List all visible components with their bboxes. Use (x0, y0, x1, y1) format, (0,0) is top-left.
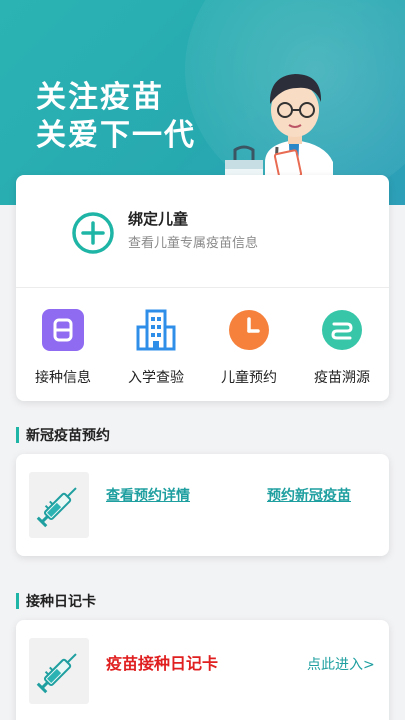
bind-child-subtitle: 查看儿童专属疫苗信息 (128, 236, 259, 251)
feature-label: 儿童预约 (221, 370, 277, 386)
feature-vaccine-trace[interactable]: 疫苗溯源 (302, 309, 382, 387)
syringe-icon (36, 487, 77, 528)
feature-label: 疫苗溯源 (314, 370, 370, 386)
covid-thumbnail (29, 472, 89, 538)
book-covid-vaccine-link[interactable]: 预约新冠疫苗 (267, 485, 351, 505)
diary-thumbnail (29, 638, 89, 704)
hero-title-line2: 关爱下一代 (36, 118, 196, 153)
feature-child-appointment[interactable]: 儿童预约 (209, 309, 289, 387)
feature-vaccination-info[interactable]: 接种信息 (23, 309, 103, 387)
clock-icon (229, 310, 269, 350)
diary-card-title: 疫苗接种日记卡 (106, 654, 219, 673)
bind-child-card: 绑定儿童 查看儿童专属疫苗信息 接种信息 入学查验 儿童预约 疫苗溯源 (16, 175, 389, 401)
enter-diary-link[interactable]: 点此进入> (307, 654, 375, 674)
diary-section-title: 接种日记卡 (26, 594, 96, 610)
covid-vaccine-card: 查看预约详情 预约新冠疫苗 (16, 454, 389, 556)
diary-card[interactable]: 疫苗接种日记卡 点此进入> (16, 620, 389, 720)
covid-section-title: 新冠疫苗预约 (26, 428, 110, 444)
covid-section-header: 新冠疫苗预约 (16, 425, 110, 445)
card-divider (16, 287, 389, 288)
school-building-icon (136, 309, 176, 351)
view-appointment-details-link[interactable]: 查看预约详情 (106, 485, 190, 505)
plus-circle-icon (72, 212, 114, 254)
feature-label: 接种信息 (35, 370, 91, 386)
trace-icon (322, 310, 362, 350)
feature-school-check[interactable]: 入学查验 (116, 309, 196, 387)
feature-label: 入学查验 (128, 370, 184, 386)
bind-child-title: 绑定儿童 (128, 210, 189, 228)
vaccination-info-icon (42, 309, 84, 351)
section-accent-bar (16, 593, 19, 609)
section-accent-bar (16, 427, 19, 443)
syringe-icon (36, 653, 77, 694)
diary-section-header: 接种日记卡 (16, 591, 96, 611)
bind-child-row[interactable]: 绑定儿童 查看儿童专属疫苗信息 (16, 175, 389, 287)
